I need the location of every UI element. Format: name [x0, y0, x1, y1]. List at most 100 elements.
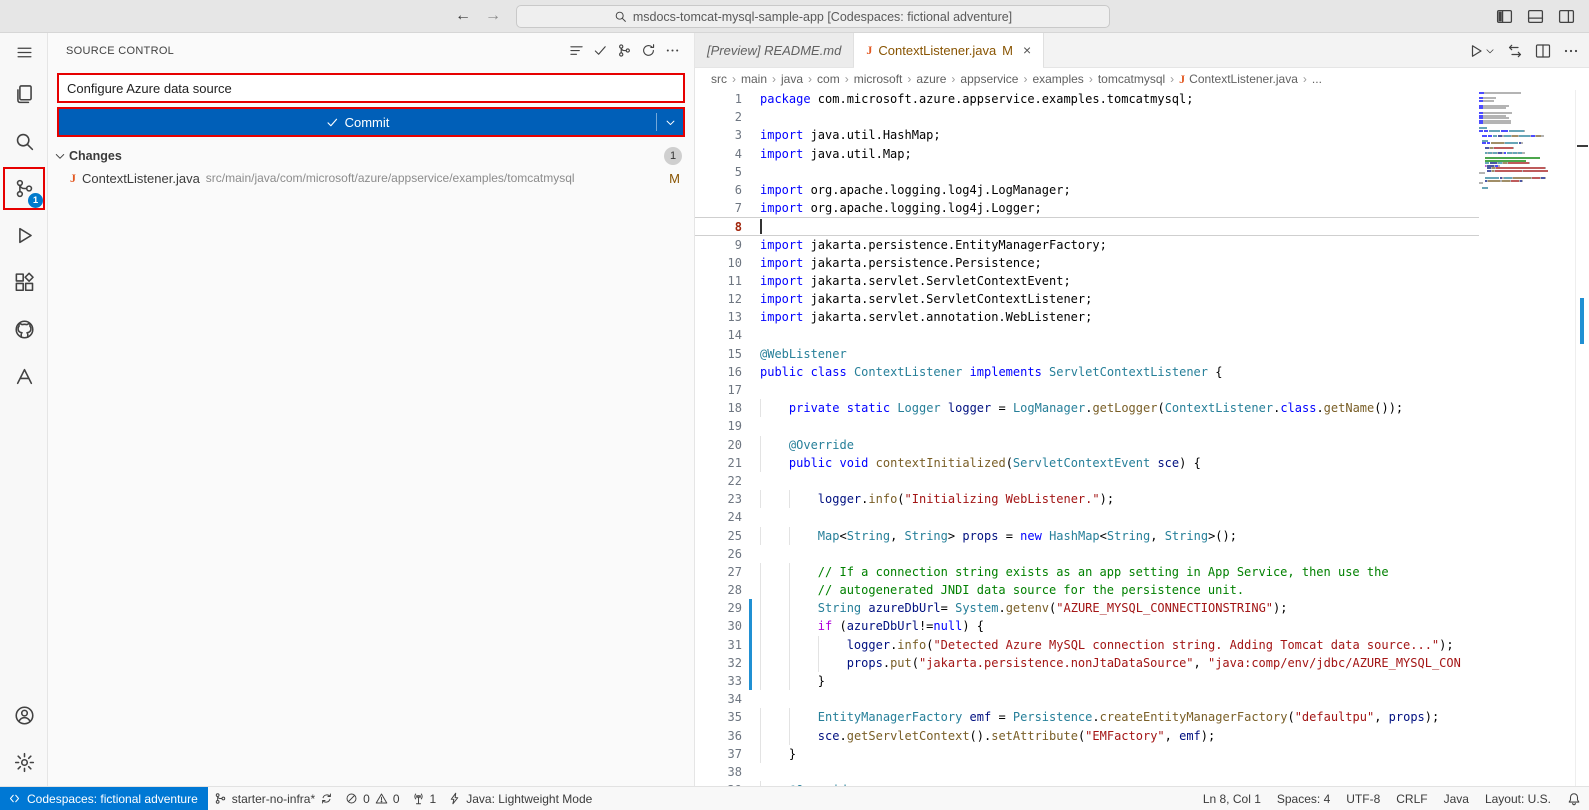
toggle-panel-icon[interactable] — [1527, 8, 1544, 25]
code-line[interactable]: 17 — [695, 381, 1479, 399]
back-icon[interactable]: ← — [455, 7, 471, 25]
branch-indicator[interactable]: starter-no-infra* — [208, 787, 339, 810]
commit-button[interactable]: Commit — [59, 109, 656, 135]
breadcrumb-item[interactable]: microsoft — [854, 72, 903, 86]
code-line[interactable]: 32 props.put("jakarta.persistence.nonJta… — [695, 654, 1479, 672]
more-actions-icon[interactable] — [1563, 43, 1579, 59]
sidebar-item-azure[interactable] — [0, 353, 48, 400]
code-line[interactable]: 16public class ContextListener implement… — [695, 363, 1479, 381]
sidebar-item-extensions[interactable] — [0, 259, 48, 306]
minimap[interactable] — [1479, 92, 1575, 190]
sidebar-item-run-debug[interactable] — [0, 212, 48, 259]
code-line[interactable]: 9import jakarta.persistence.EntityManage… — [695, 236, 1479, 254]
command-center-search[interactable]: msdocs-tomcat-mysql-sample-app [Codespac… — [516, 5, 1110, 28]
breadcrumb-item[interactable]: appservice — [960, 72, 1018, 86]
code-line[interactable]: 27 // If a connection string exists as a… — [695, 563, 1479, 581]
breadcrumb-item[interactable]: examples — [1032, 72, 1083, 86]
more-actions-icon[interactable] — [665, 43, 680, 58]
code-line[interactable]: 11import jakarta.servlet.ServletContextE… — [695, 272, 1479, 290]
code-line[interactable]: 4import java.util.Map; — [695, 145, 1479, 163]
tab-readme[interactable]: [Preview] README.md — [695, 33, 854, 67]
code-line[interactable]: 33 } — [695, 672, 1479, 690]
ports-indicator[interactable]: 1 — [406, 787, 443, 810]
commit-check-icon[interactable] — [593, 43, 608, 58]
run-java-button[interactable] — [1468, 43, 1495, 59]
view-and-sort-icon[interactable] — [569, 43, 584, 58]
code-line[interactable]: 28 // autogenerated JNDI data source for… — [695, 581, 1479, 599]
breadcrumb-item[interactable]: azure — [916, 72, 946, 86]
commit-dropdown-button[interactable] — [657, 109, 683, 135]
breadcrumb-item[interactable]: ... — [1312, 72, 1322, 86]
code-line[interactable]: 22 — [695, 472, 1479, 490]
breadcrumb-item[interactable]: tomcatmysql — [1098, 72, 1165, 86]
open-changes-icon[interactable] — [1507, 43, 1523, 59]
tab-contextlistener[interactable]: J ContextListener.java M × — [854, 33, 1044, 67]
settings-button[interactable] — [0, 739, 48, 786]
breadcrumb-item[interactable]: java — [781, 72, 803, 86]
sidebar-item-search[interactable] — [0, 118, 48, 165]
breadcrumb-item[interactable]: src — [711, 72, 727, 86]
breadcrumb-item[interactable]: com — [817, 72, 840, 86]
breadcrumb-item[interactable]: JContextListener.java — [1179, 72, 1298, 87]
code-line[interactable]: 12import jakarta.servlet.ServletContextL… — [695, 290, 1479, 308]
code-line[interactable]: 1package com.microsoft.azure.appservice.… — [695, 90, 1479, 108]
code-line[interactable]: 36 sce.getServletContext().setAttribute(… — [695, 727, 1479, 745]
close-tab-icon[interactable]: × — [1023, 42, 1031, 58]
code-line[interactable]: 37 } — [695, 745, 1479, 763]
indentation-indicator[interactable]: Spaces: 4 — [1269, 787, 1338, 810]
code-line[interactable]: 29 String azureDbUrl= System.getenv("AZU… — [695, 599, 1479, 617]
code-line[interactable]: 10import jakarta.persistence.Persistence… — [695, 254, 1479, 272]
code-line[interactable]: 38 — [695, 763, 1479, 781]
scrollbar[interactable] — [1575, 90, 1589, 786]
code-line[interactable]: 21 public void contextInitialized(Servle… — [695, 454, 1479, 472]
keyboard-layout-indicator[interactable]: Layout: U.S. — [1477, 787, 1559, 810]
code-line[interactable]: 3import java.util.HashMap; — [695, 126, 1479, 144]
line-number: 21 — [695, 454, 742, 472]
sidebar-item-github[interactable] — [0, 306, 48, 353]
code-line[interactable]: 5 — [695, 163, 1479, 181]
sidebar-item-source-control[interactable]: 1 — [0, 165, 48, 212]
eol-indicator[interactable]: CRLF — [1388, 787, 1435, 810]
code-line[interactable]: 13import jakarta.servlet.annotation.WebL… — [695, 308, 1479, 326]
code-line[interactable]: 19 — [695, 417, 1479, 435]
code-line[interactable]: 24 — [695, 508, 1479, 526]
commit-message-input[interactable] — [59, 75, 683, 101]
sidebar-item-explorer[interactable] — [0, 71, 48, 118]
remote-indicator[interactable]: Codespaces: fictional adventure — [0, 787, 208, 810]
toggle-secondary-sidebar-icon[interactable] — [1558, 8, 1575, 25]
code-line[interactable]: 18 private static Logger logger = LogMan… — [695, 399, 1479, 417]
breadcrumb-item[interactable]: main — [741, 72, 767, 86]
graph-icon[interactable] — [617, 43, 632, 58]
code-line[interactable]: 25 Map<String, String> props = new HashM… — [695, 527, 1479, 545]
account-button[interactable] — [0, 692, 48, 739]
cursor-position-indicator[interactable]: Ln 8, Col 1 — [1195, 787, 1269, 810]
notifications-button[interactable] — [1559, 787, 1589, 810]
line-number: 7 — [695, 199, 742, 217]
language-indicator[interactable]: Java — [1436, 787, 1477, 810]
code-line[interactable]: 30 if (azureDbUrl!=null) { — [695, 617, 1479, 635]
java-status-indicator[interactable]: Java: Lightweight Mode — [442, 787, 598, 810]
forward-icon[interactable]: → — [485, 7, 501, 25]
menu-button[interactable] — [0, 33, 48, 71]
code-text: import java.util.HashMap; — [760, 126, 1479, 144]
encoding-indicator[interactable]: UTF-8 — [1338, 787, 1388, 810]
code-line[interactable]: 7import org.apache.logging.log4j.Logger; — [695, 199, 1479, 217]
code-line[interactable]: 23 logger.info("Initializing WebListener… — [695, 490, 1479, 508]
line-number: 15 — [695, 345, 742, 363]
code-line[interactable]: 8 — [695, 217, 1479, 235]
code-line[interactable]: 14 — [695, 326, 1479, 344]
code-line[interactable]: 31 logger.info("Detected Azure MySQL con… — [695, 636, 1479, 654]
split-editor-icon[interactable] — [1535, 43, 1551, 59]
code-line[interactable]: 15@WebListener — [695, 345, 1479, 363]
refresh-icon[interactable] — [641, 43, 656, 58]
code-line[interactable]: 2 — [695, 108, 1479, 126]
code-line[interactable]: 20 @Override — [695, 436, 1479, 454]
problems-indicator[interactable]: 0 0 — [339, 787, 405, 810]
toggle-sidebar-icon[interactable] — [1496, 8, 1513, 25]
changed-file-row[interactable]: J ContextListener.java src/main/java/com… — [48, 167, 694, 189]
code-line[interactable]: 35 EntityManagerFactory emf = Persistenc… — [695, 708, 1479, 726]
code-line[interactable]: 6import org.apache.logging.log4j.LogMana… — [695, 181, 1479, 199]
changes-section-header[interactable]: Changes 1 — [48, 145, 694, 167]
code-line[interactable]: 26 — [695, 545, 1479, 563]
code-line[interactable]: 34 — [695, 690, 1479, 708]
